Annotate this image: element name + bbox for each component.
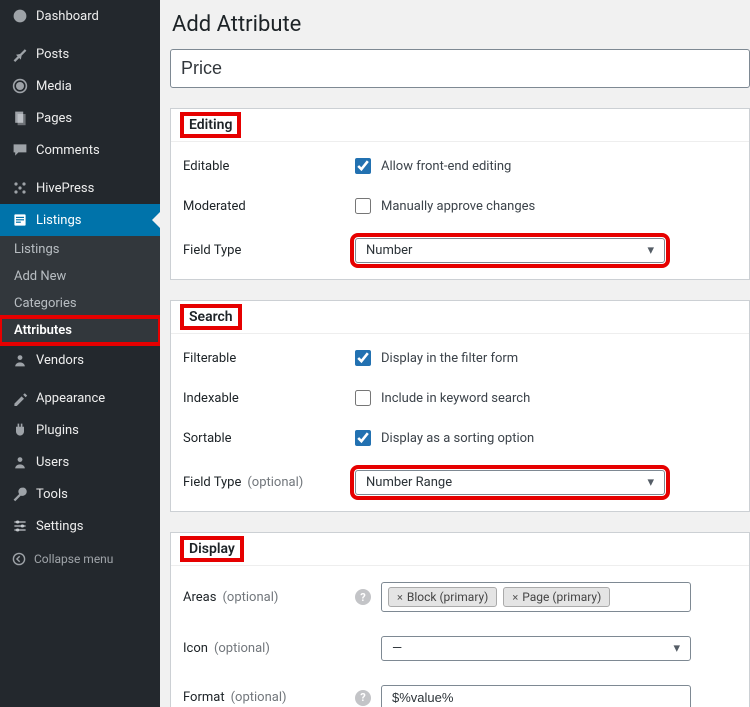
filterable-label: Filterable <box>183 351 355 366</box>
sidebar-item-hivepress[interactable]: HivePress <box>0 172 160 204</box>
editable-checkbox[interactable] <box>355 158 371 174</box>
sidebar-item-settings[interactable]: Settings <box>0 510 160 542</box>
tools-icon <box>12 486 28 502</box>
pin-icon <box>12 46 28 62</box>
sidebar-item-listings[interactable]: Listings <box>0 204 160 236</box>
sidebar-item-label: Settings <box>36 519 83 534</box>
sortable-checkbox-label: Display as a sorting option <box>381 431 534 446</box>
sidebar-item-label: Plugins <box>36 423 79 438</box>
panel-header-display: Display <box>171 533 749 566</box>
sidebar-item-label: Media <box>36 79 72 94</box>
chevron-down-icon: ▾ <box>647 243 654 258</box>
sidebar-item-plugins[interactable]: Plugins <box>0 414 160 446</box>
panel-title-display: Display <box>183 539 241 559</box>
moderated-label: Moderated <box>183 199 355 214</box>
search-fieldtype-value: Number Range <box>366 475 452 490</box>
area-tag[interactable]: ×Page (primary) <box>503 587 610 607</box>
sidebar-item-label: Tools <box>36 487 68 502</box>
sidebar-item-comments[interactable]: Comments <box>0 134 160 166</box>
sidebar-item-label: Appearance <box>36 391 105 406</box>
pages-icon <box>12 110 28 126</box>
panel-search: Search Filterable Display in the filter … <box>170 300 750 512</box>
sidebar-item-label: Users <box>36 455 69 470</box>
remove-tag-icon[interactable]: × <box>397 591 403 604</box>
sidebar-subitem-attributes[interactable]: Attributes <box>0 317 160 344</box>
editable-checkbox-label: Allow front-end editing <box>381 159 511 174</box>
sidebar-subitem-listings[interactable]: Listings <box>0 236 160 263</box>
sidebar-item-label: Vendors <box>36 353 84 368</box>
listings-icon <box>12 212 28 228</box>
panel-editing: Editing Editable Allow front-end editing… <box>170 108 750 280</box>
moderated-checkbox[interactable] <box>355 198 371 214</box>
sortable-label: Sortable <box>183 431 355 446</box>
panel-header-search: Search <box>171 301 749 334</box>
sidebar-item-users[interactable]: Users <box>0 446 160 478</box>
collapse-menu-label: Collapse menu <box>34 552 113 566</box>
settings-icon <box>12 518 28 534</box>
sidebar-item-label: Posts <box>36 47 69 62</box>
panel-title-editing: Editing <box>183 115 238 135</box>
edit-fieldtype-label: Field Type <box>183 243 355 258</box>
panel-display: Display Areas (optional) ? ×Block (prima… <box>170 532 750 707</box>
icon-label: Icon (optional) <box>183 641 355 656</box>
media-icon <box>12 78 28 94</box>
hivepress-icon <box>12 180 28 196</box>
collapse-menu-button[interactable]: Collapse menu <box>0 542 160 576</box>
indexable-checkbox-label: Include in keyword search <box>381 391 530 406</box>
sidebar-item-label: HivePress <box>36 181 94 196</box>
sidebar-item-dashboard[interactable]: Dashboard <box>0 0 160 32</box>
search-fieldtype-select[interactable]: Number Range ▾ <box>355 470 665 495</box>
sidebar-item-pages[interactable]: Pages <box>0 102 160 134</box>
sortable-checkbox[interactable] <box>355 430 371 446</box>
help-icon[interactable]: ? <box>355 690 371 706</box>
dashboard-icon <box>12 8 28 24</box>
format-input[interactable] <box>381 685 691 707</box>
areas-label: Areas (optional) <box>183 590 355 605</box>
format-label: Format (optional) <box>183 690 355 705</box>
filterable-checkbox[interactable] <box>355 350 371 366</box>
sidebar-item-label: Pages <box>36 111 72 126</box>
panel-header-editing: Editing <box>171 109 749 142</box>
collapse-icon <box>12 552 26 566</box>
sidebar-item-label: Comments <box>36 143 100 158</box>
edit-fieldtype-select[interactable]: Number ▾ <box>355 238 665 263</box>
page-title: Add Attribute <box>170 8 750 49</box>
sidebar-item-label: Listings <box>36 213 81 228</box>
area-tag[interactable]: ×Block (primary) <box>388 587 497 607</box>
sidebar-subitem-add-new[interactable]: Add New <box>0 263 160 290</box>
admin-sidebar: Dashboard Posts Media Pages Comments Hiv… <box>0 0 160 707</box>
indexable-label: Indexable <box>183 391 355 406</box>
areas-tags-input[interactable]: ×Block (primary) ×Page (primary) <box>381 582 691 612</box>
sidebar-item-appearance[interactable]: Appearance <box>0 382 160 414</box>
sidebar-item-vendors[interactable]: Vendors <box>0 344 160 376</box>
icon-select[interactable]: — ▾ <box>381 636 691 661</box>
attribute-name-input[interactable] <box>170 49 750 88</box>
editable-label: Editable <box>183 159 355 174</box>
icon-select-value: — <box>392 641 402 656</box>
panel-title-search: Search <box>183 307 239 327</box>
content-area: Add Attribute Editing Editable Allow fro… <box>160 0 750 707</box>
appearance-icon <box>12 390 28 406</box>
comments-icon <box>12 142 28 158</box>
edit-fieldtype-value: Number <box>366 243 412 258</box>
chevron-down-icon: ▾ <box>647 475 654 490</box>
chevron-down-icon: ▾ <box>673 641 680 656</box>
sidebar-submenu-listings: Listings Add New Categories Attributes <box>0 236 160 344</box>
plugins-icon <box>12 422 28 438</box>
help-icon[interactable]: ? <box>355 589 371 605</box>
remove-tag-icon[interactable]: × <box>512 591 518 604</box>
filterable-checkbox-label: Display in the filter form <box>381 351 518 366</box>
vendors-icon <box>12 352 28 368</box>
sidebar-item-posts[interactable]: Posts <box>0 38 160 70</box>
moderated-checkbox-label: Manually approve changes <box>381 199 535 214</box>
indexable-checkbox[interactable] <box>355 390 371 406</box>
sidebar-item-media[interactable]: Media <box>0 70 160 102</box>
sidebar-item-tools[interactable]: Tools <box>0 478 160 510</box>
users-icon <box>12 454 28 470</box>
sidebar-item-label: Dashboard <box>36 9 99 24</box>
search-fieldtype-label: Field Type (optional) <box>183 475 355 490</box>
sidebar-subitem-categories[interactable]: Categories <box>0 290 160 317</box>
